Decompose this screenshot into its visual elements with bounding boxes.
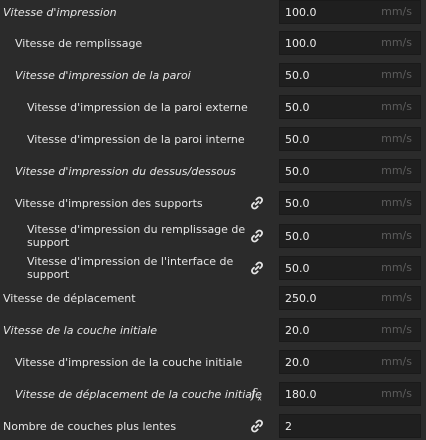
setting-value-field[interactable]: mm/s (279, 318, 421, 342)
setting-value-input[interactable] (285, 383, 375, 405)
setting-value-input[interactable] (285, 1, 375, 23)
setting-value-input[interactable] (285, 319, 375, 341)
setting-row-vitesse-de-deplacement: Vitesse de déplacement mm/s (0, 286, 426, 310)
setting-label: Vitesse d'impression de la paroi externe (27, 100, 248, 114)
link-icon[interactable] (248, 194, 266, 212)
unit-label: mm/s (381, 355, 412, 368)
setting-row-vitesse-de-remplissage: Vitesse de remplissage mm/s (0, 31, 426, 55)
setting-row-vitesse-d-impression-des-supports: Vitesse d'impression des supports mm/s (0, 191, 426, 215)
setting-label: Vitesse d'impression de la paroi (15, 68, 191, 82)
setting-row-vitesse-d-impression-de-la-paroi: Vitesse d'impression de la paroi mm/s (0, 63, 426, 87)
unit-label: mm/s (381, 100, 412, 113)
setting-label: Vitesse d'impression de la couche initia… (15, 355, 243, 369)
link-icon[interactable] (248, 227, 266, 245)
setting-label: Vitesse d'impression (3, 5, 117, 19)
unit-label: mm/s (381, 261, 412, 274)
setting-value-field[interactable]: mm/s (279, 0, 421, 24)
function-icon[interactable]: fx (248, 385, 266, 403)
setting-row-vitesse-de-la-couche-initiale: Vitesse de la couche initiale mm/s (0, 318, 426, 342)
link-icon[interactable] (248, 417, 266, 435)
unit-label: mm/s (381, 291, 412, 304)
setting-value-input[interactable] (285, 225, 375, 247)
setting-row-vitesse-d-impression: Vitesse d'impression mm/s (0, 0, 426, 24)
svg-text:x: x (258, 395, 262, 403)
setting-value-field[interactable]: mm/s (279, 127, 421, 151)
setting-value-field[interactable]: mm/s (279, 159, 421, 183)
setting-value-input[interactable] (285, 257, 375, 279)
unit-label: mm/s (381, 196, 412, 209)
setting-value-input[interactable] (285, 128, 375, 150)
setting-value-field[interactable]: mm/s (279, 382, 421, 406)
setting-value-field[interactable]: mm/s (279, 256, 421, 280)
setting-value-field[interactable]: mm/s (279, 95, 421, 119)
setting-value-field[interactable]: mm/s (279, 63, 421, 87)
setting-value-field[interactable]: mm/s (279, 286, 421, 310)
setting-row-vitesse-d-impression-de-la-paroi-interne: Vitesse d'impression de la paroi interne… (0, 127, 426, 151)
setting-label: Vitesse de la couche initiale (3, 323, 157, 337)
setting-row-vitesse-d-impression-du-remplissage-de-support: Vitesse d'impression du remplissage de s… (0, 223, 426, 249)
unit-label: mm/s (381, 132, 412, 145)
setting-value-input[interactable] (285, 415, 375, 437)
unit-label: mm/s (381, 5, 412, 18)
setting-value-input[interactable] (285, 192, 375, 214)
setting-value-field[interactable]: mm/s (279, 191, 421, 215)
setting-value-field[interactable]: mm/s (279, 31, 421, 55)
setting-label: Vitesse d'impression de la paroi interne (27, 132, 245, 146)
setting-label: Vitesse de déplacement (3, 291, 136, 305)
unit-label: mm/s (381, 387, 412, 400)
setting-label: Vitesse d'impression du dessus/dessous (15, 164, 236, 178)
unit-label: mm/s (381, 36, 412, 49)
setting-value-input[interactable] (285, 64, 375, 86)
setting-row-vitesse-de-deplacement-de-la-couche-initiale: Vitesse de déplacement de la couche init… (0, 382, 426, 406)
setting-row-vitesse-d-impression-de-l-interface-de-support: Vitesse d'impression de l'interface de s… (0, 255, 426, 281)
setting-label: Vitesse d'impression des supports (15, 196, 203, 210)
setting-value-input[interactable] (285, 287, 375, 309)
setting-row-nombre-de-couches-plus-lentes: Nombre de couches plus lentes (0, 414, 426, 438)
setting-value-field[interactable] (279, 414, 421, 438)
setting-label: Vitesse de déplacement de la couche init… (15, 387, 262, 401)
setting-value-input[interactable] (285, 351, 375, 373)
setting-label: Nombre de couches plus lentes (3, 419, 177, 433)
setting-row-vitesse-d-impression-de-la-couche-initiale: Vitesse d'impression de la couche initia… (0, 350, 426, 374)
setting-value-input[interactable] (285, 160, 375, 182)
unit-label: mm/s (381, 323, 412, 336)
setting-row-vitesse-d-impression-du-dessus-dessous: Vitesse d'impression du dessus/dessous mm… (0, 159, 426, 183)
setting-value-field[interactable]: mm/s (279, 224, 421, 248)
setting-label: Vitesse de remplissage (15, 36, 143, 50)
setting-label: Vitesse d'impression du remplissage de s… (27, 223, 246, 249)
unit-label: mm/s (381, 164, 412, 177)
setting-label: Vitesse d'impression de l'interface de s… (27, 255, 234, 281)
unit-label: mm/s (381, 68, 412, 81)
link-icon[interactable] (248, 259, 266, 277)
setting-value-field[interactable]: mm/s (279, 350, 421, 374)
unit-label: mm/s (381, 229, 412, 242)
setting-row-vitesse-d-impression-de-la-paroi-externe: Vitesse d'impression de la paroi externe… (0, 95, 426, 119)
setting-value-input[interactable] (285, 32, 375, 54)
setting-value-input[interactable] (285, 96, 375, 118)
